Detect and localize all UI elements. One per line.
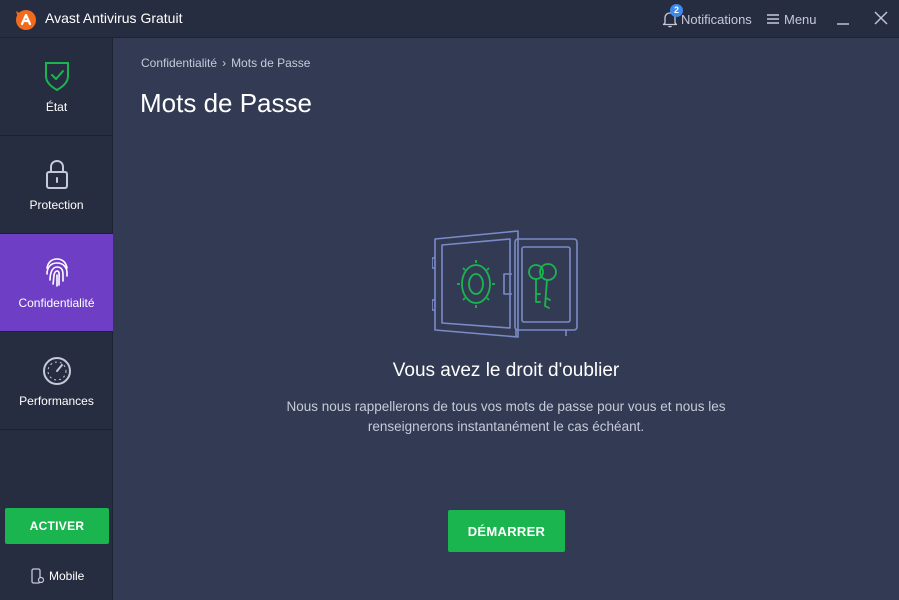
notifications-button[interactable]: 2 Notifications [662, 4, 752, 29]
breadcrumb-item[interactable]: Confidentialité [141, 56, 217, 70]
sidebar-item-performances[interactable]: Performances [0, 332, 113, 430]
password-safe-icon [432, 230, 578, 338]
description: Nous nous rappellerons de tous vos mots … [286, 399, 726, 434]
activate-button[interactable]: ACTIVER [5, 508, 109, 544]
sidebar-item-confidentialite[interactable]: Confidentialité [0, 234, 113, 332]
breadcrumb: Confidentialité › Mots de Passe [141, 56, 310, 70]
breadcrumb-separator: › [222, 56, 227, 70]
notification-count-badge: 2 [670, 4, 683, 17]
menu-button[interactable]: Menu [767, 9, 817, 29]
fingerprint-icon [46, 258, 68, 287]
sidebar-item-label: Protection [29, 198, 84, 212]
menu-label: Menu [784, 11, 817, 27]
sidebar-item-protection[interactable]: Protection [0, 136, 113, 234]
speedometer-icon [43, 357, 71, 385]
breadcrumb-item: Mots de Passe [231, 56, 311, 70]
lock-icon [46, 159, 68, 189]
shield-check-icon [45, 62, 69, 92]
notifications-label: Notifications [681, 11, 752, 27]
close-icon[interactable] [872, 9, 890, 27]
avast-logo-icon [16, 10, 36, 30]
hamburger-icon [767, 14, 779, 24]
bell-icon: 2 [662, 4, 683, 28]
sidebar-item-label: Performances [19, 394, 94, 408]
sidebar-item-label: État [45, 100, 68, 114]
title-bar: Avast Antivirus Gratuit 2 Notifications … [0, 0, 899, 38]
mobile-link[interactable]: Mobile [30, 568, 84, 584]
start-button[interactable]: DÉMARRER [448, 510, 565, 552]
sidebar: État Protection Confidentialité Performa… [0, 38, 113, 600]
mobile-label: Mobile [49, 569, 85, 583]
sidebar-item-etat[interactable]: État [0, 38, 113, 136]
mobile-phone-icon [31, 568, 44, 584]
headline: Vous avez le droit d'oublier [392, 360, 620, 381]
app-title: Avast Antivirus Gratuit [45, 10, 183, 26]
minimize-icon[interactable] [834, 9, 852, 27]
sidebar-item-label: Confidentialité [18, 296, 95, 310]
page-title: Mots de Passe [140, 88, 312, 118]
